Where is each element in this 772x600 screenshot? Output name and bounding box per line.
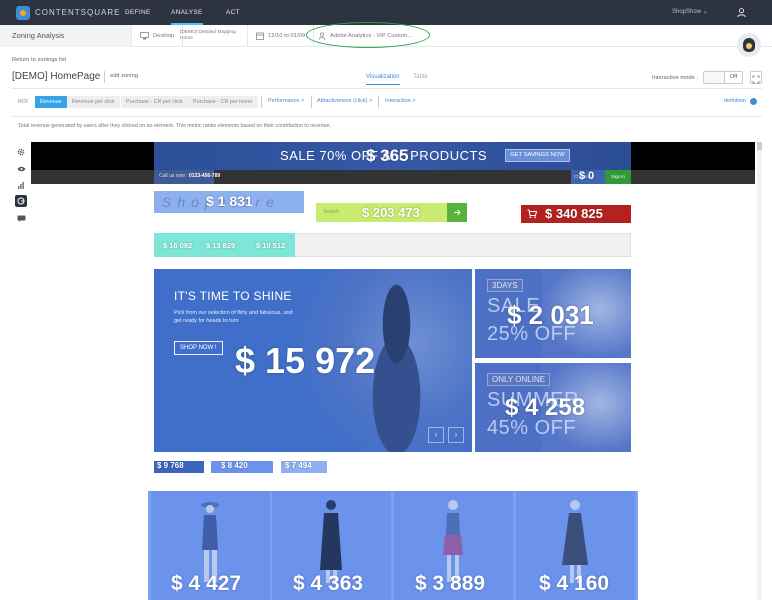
view-tabs: Visualization Table <box>366 74 440 85</box>
zone-value-hero: $ 15 972 <box>235 340 376 381</box>
eye-icon <box>17 166 25 172</box>
zone-value-tab-specials: $ 7 494 <box>285 461 312 470</box>
nav-analyse[interactable]: ANALYSE <box>171 0 203 25</box>
hero-title: IT'S TIME TO SHINE <box>174 289 292 303</box>
title-divider <box>104 71 105 83</box>
hero-copy: Pick from our selection of flirty and fa… <box>174 310 293 324</box>
search-arrow-icon <box>454 209 461 216</box>
cart-icon <box>527 209 537 219</box>
zone-value-checkout: $ 0 <box>579 170 595 182</box>
site-utility-bar <box>31 170 755 184</box>
comment-icon <box>17 215 25 222</box>
zone-signin[interactable]: Sign in <box>605 170 631 184</box>
tab-visualization[interactable]: Visualization <box>366 74 400 85</box>
hero-prev-arrow[interactable]: ‹ <box>428 427 444 443</box>
zone-value-nav1: $ 16 092 <box>163 241 193 250</box>
info-icon[interactable] <box>750 98 757 105</box>
zone-value-cart: $ 340 825 <box>545 206 603 221</box>
zone-value-search: $ 203 473 <box>362 205 420 220</box>
chart-tool[interactable] <box>15 179 27 191</box>
metric-chip-revenue[interactable]: Revenue <box>35 96 67 108</box>
visibility-tool[interactable] <box>15 163 27 175</box>
banner-button: GET SAVINGS NOW <box>505 149 570 162</box>
desktop-icon <box>140 32 149 40</box>
zone-value-tab-popular: $ 9 768 <box>157 461 184 470</box>
section-title: Zoning Analysis <box>12 31 65 40</box>
comment-tool[interactable] <box>15 212 27 224</box>
metric-chip-purchase-cr-per-click[interactable]: Purchase - CR per click <box>121 96 188 108</box>
zone-value-product-4: $ 4 160 <box>539 572 610 595</box>
call-text: Call us now : 0123-456-789 <box>159 173 220 179</box>
contentsquare-logo-icon <box>16 5 30 20</box>
preview-scrollbar[interactable] <box>757 142 762 600</box>
interactive-mode-toggle[interactable]: Off <box>703 71 743 84</box>
fullscreen-button[interactable] <box>750 71 762 84</box>
scrollbar-thumb[interactable] <box>757 142 762 150</box>
attractiveness-link[interactable]: Attractiveness (click) > <box>317 98 372 104</box>
performance-link[interactable]: Performance > <box>268 98 304 104</box>
gear-icon <box>17 148 25 156</box>
hero-next-arrow[interactable]: › <box>448 427 464 443</box>
signin-label: Sign in <box>611 174 625 179</box>
user-icon[interactable] <box>736 7 747 18</box>
return-to-zonings-link[interactable]: Return to zonings list <box>12 57 66 63</box>
date-range-selector[interactable]: 12/10 to 01/09 <box>248 25 315 47</box>
zone-value-product-3: $ 3 889 <box>415 572 486 595</box>
website-preview: SALE 70% OFF ALL PRODUCTS GET SAVINGS NO… <box>31 142 757 600</box>
zone-value-banner: $ 365 <box>366 146 409 165</box>
zone-value-nav3: $ 10 512 <box>256 241 286 250</box>
calendar-icon <box>256 32 264 40</box>
call-label: Call us now : <box>159 173 188 179</box>
settings-tool[interactable] <box>15 146 27 158</box>
app-logo[interactable]: CONTENTSQUARE <box>16 5 120 20</box>
account-selector[interactable]: ShopShow ⌄ <box>672 8 708 15</box>
metric-description: Total revenue generated by users after t… <box>18 123 331 129</box>
logo-text: CONTENTSQUARE <box>35 8 121 17</box>
search-submit-button[interactable] <box>447 203 467 222</box>
toggle-value: Off <box>724 72 742 83</box>
ad-tag-3days: 3DAYS <box>487 279 523 292</box>
zone-value-product-1: $ 4 427 <box>171 572 242 595</box>
header-divider <box>12 88 762 89</box>
zone-value-tab-best: $ 8 420 <box>221 461 248 470</box>
zoning-title: [DEMO] HomePage <box>12 71 101 82</box>
ad-tag-online: ONLY ONLINE <box>487 373 551 386</box>
zone-value-sale-ad: $ 2 031 <box>507 300 594 330</box>
zoning-icon <box>17 197 25 205</box>
call-number: 0123-456-789 <box>189 173 221 179</box>
zone-value-summer-ad: $ 4 258 <box>505 394 586 421</box>
zone-value-logo: $ 1 831 <box>206 193 253 209</box>
top-navigation-bar: CONTENTSQUARE DEFINE ANALYSE ACT ShopSho… <box>0 0 772 25</box>
zoning-tool[interactable] <box>15 195 27 207</box>
edit-zoning-link[interactable]: edit zoning <box>110 73 138 79</box>
metric-chip-purchase-cr-per-hover[interactable]: Purchase - CR per hover <box>188 96 258 108</box>
search-placeholder: Search <box>323 209 339 215</box>
bar-chart-icon <box>18 182 24 189</box>
metric-divider <box>261 96 262 108</box>
zone-value-nav2: $ 13 829 <box>206 241 236 250</box>
section-title-panel: Zoning Analysis <box>0 25 132 47</box>
metrics-divider <box>12 116 762 117</box>
mapping-label: [DEMO] Detailed Mapping Home <box>180 30 236 41</box>
nav-act[interactable]: ACT <box>226 0 240 25</box>
interaction-link[interactable]: Interaction > <box>385 98 415 104</box>
expand-icon <box>752 75 760 84</box>
tab-table[interactable]: Table <box>413 74 427 84</box>
definition-link[interactable]: definition <box>724 98 746 104</box>
hero-shop-now-button[interactable]: SHOP NOW ! <box>174 341 223 355</box>
nav-define[interactable]: DEFINE <box>125 0 151 25</box>
metric-divider <box>311 96 312 108</box>
zone-value-product-2: $ 4 363 <box>293 572 364 595</box>
interactive-mode-label: Interactive mode : <box>652 75 699 81</box>
date-range-label: 12/10 to 01/09 <box>268 33 306 39</box>
metric-group-label: ROI <box>18 99 28 105</box>
assistant-penguin-icon[interactable] <box>737 33 761 57</box>
metric-chip-revenue-per-click[interactable]: Revenue per click <box>67 96 120 108</box>
metric-divider <box>378 96 379 108</box>
segment-highlight-annotation <box>306 22 430 48</box>
mapping-selector[interactable]: [DEMO] Detailed Mapping Home <box>172 25 248 47</box>
